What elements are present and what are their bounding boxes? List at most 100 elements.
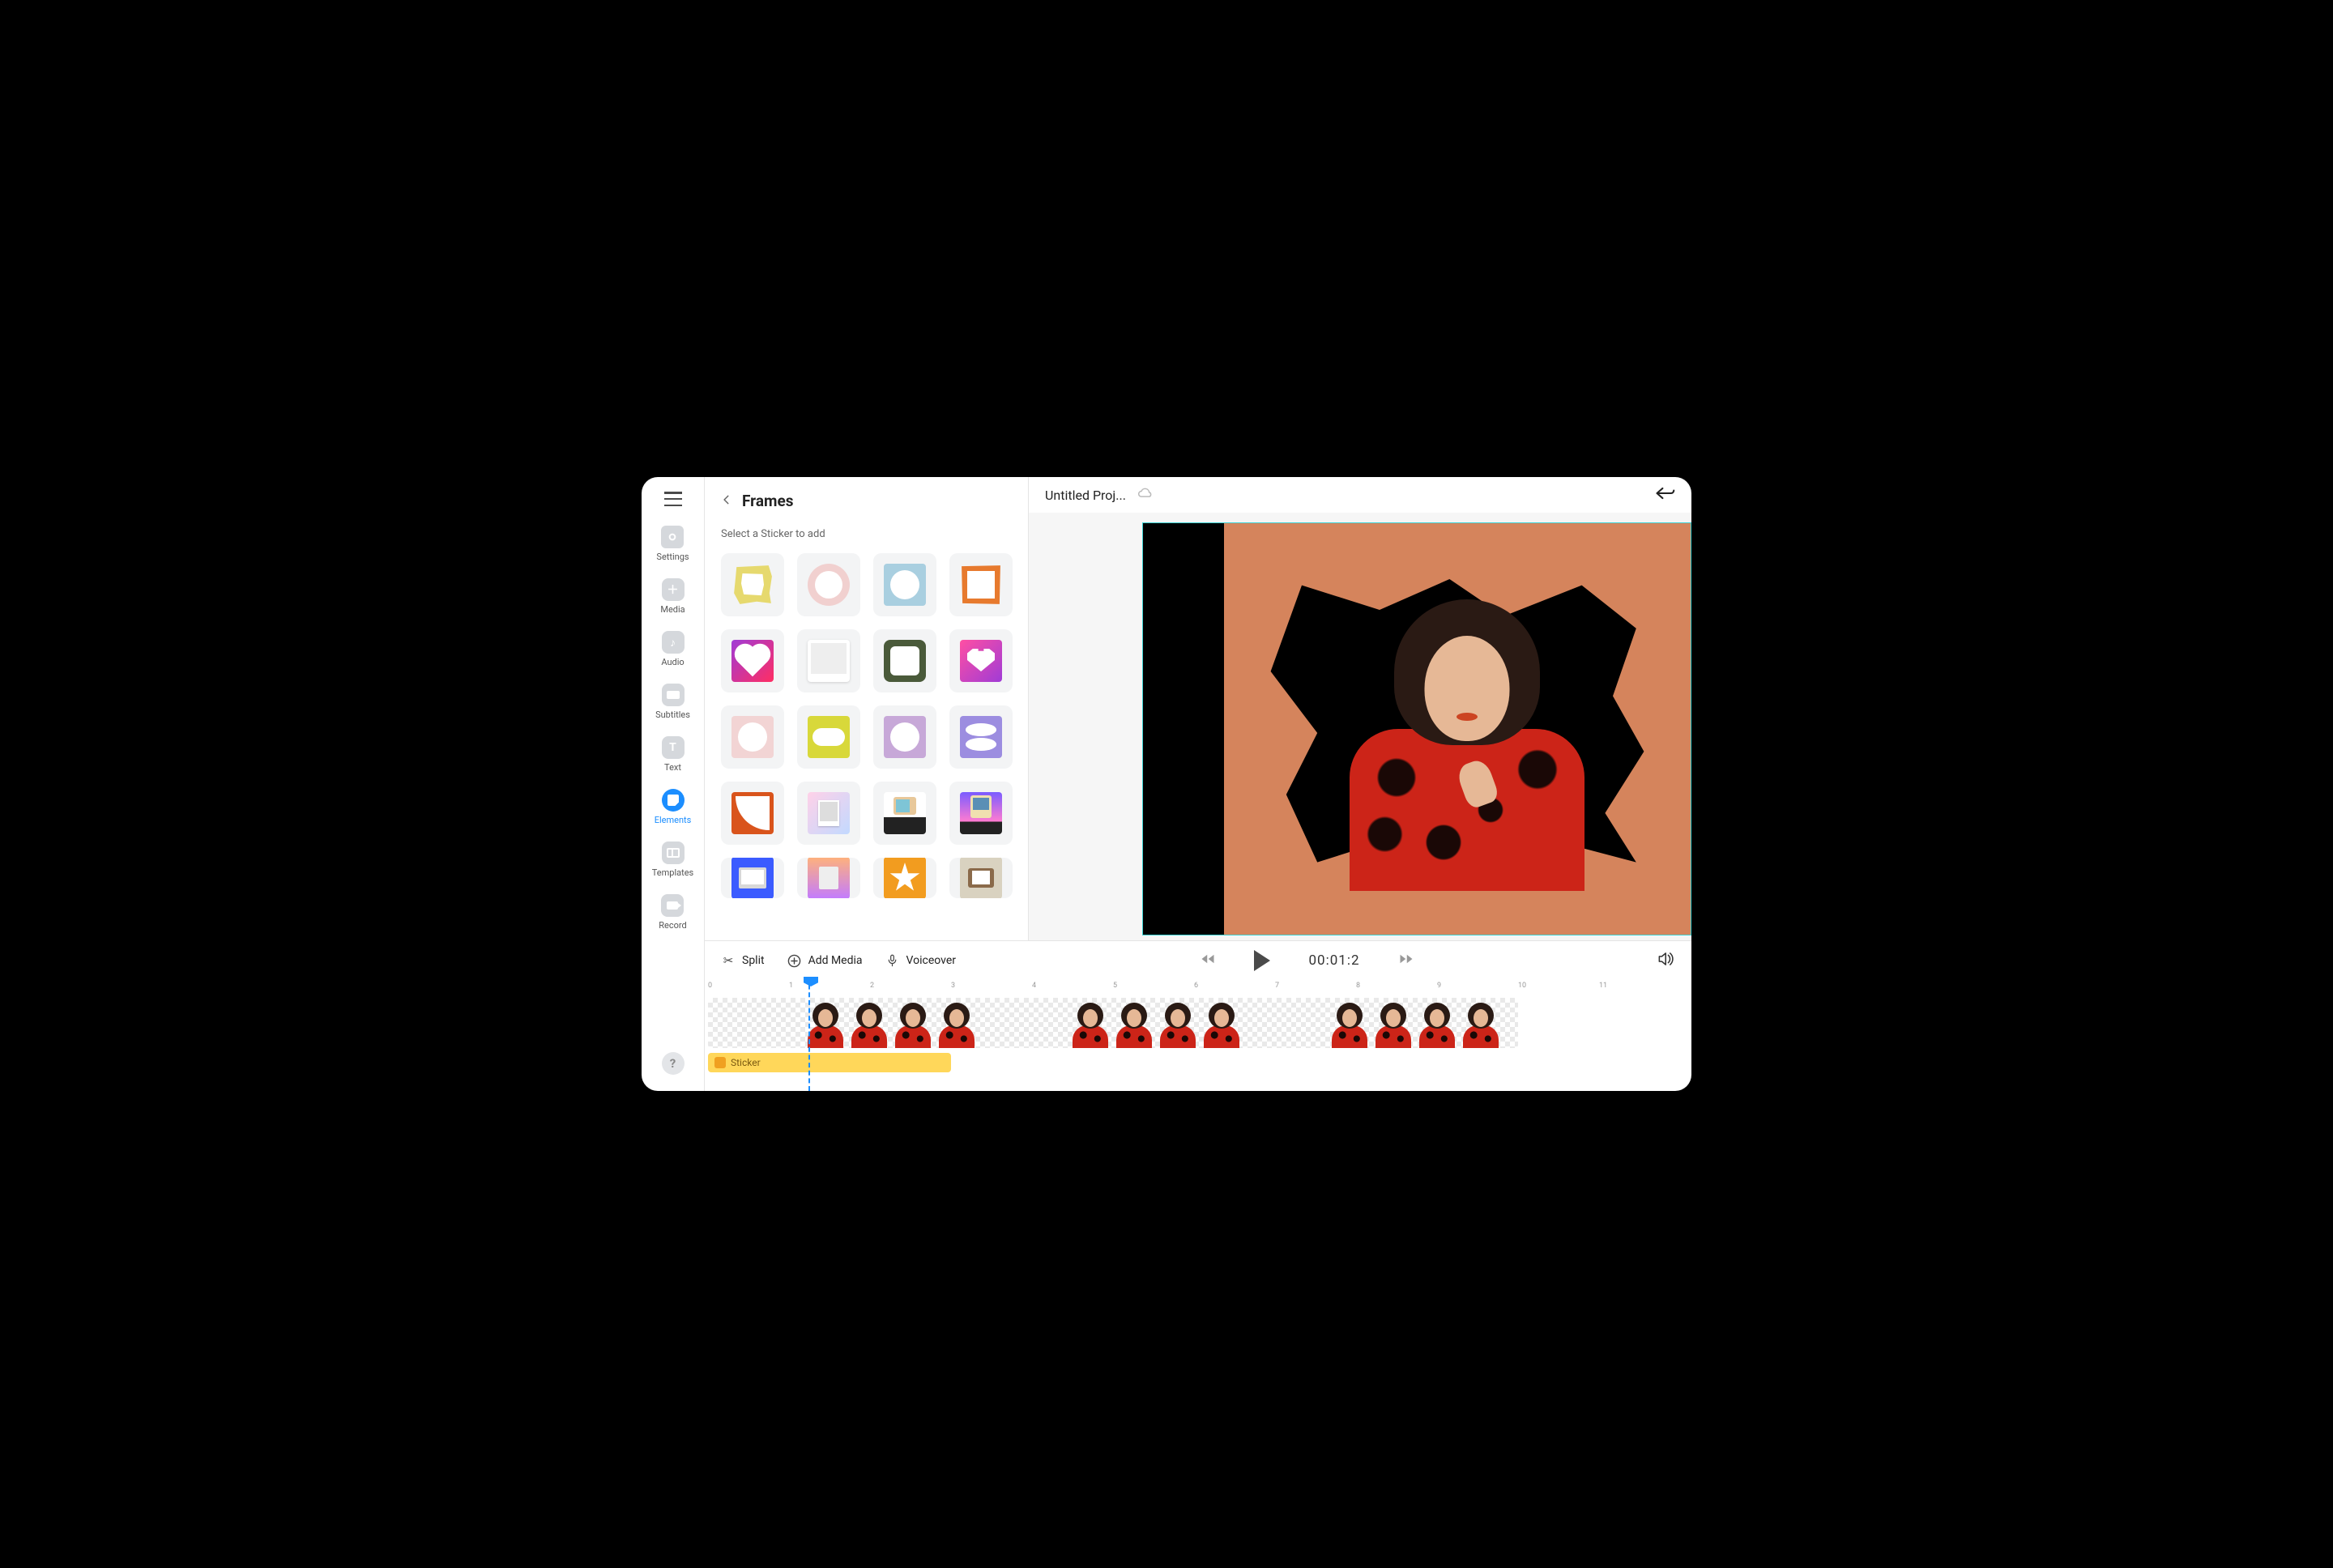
subtitles-icon [662, 684, 685, 706]
sticker-frame-pill[interactable] [797, 705, 860, 769]
sticker-track-icon [714, 1057, 726, 1068]
timestamp: 00:01:2 [1309, 952, 1360, 969]
timeline-tracks[interactable]: Sticker [705, 995, 1691, 1091]
sticker-track-label: Sticker [731, 1057, 761, 1068]
plus-circle-icon [787, 954, 802, 968]
panel-title: Frames [742, 492, 793, 510]
video-track[interactable] [708, 998, 1518, 1048]
sticker-frame-circle-purple[interactable] [873, 705, 936, 769]
clip-thumbnail [935, 998, 979, 1048]
timeline-ruler[interactable]: 0 1 2 3 4 5 6 7 8 9 10 11 [705, 980, 1691, 995]
forward-button[interactable] [1399, 953, 1414, 968]
video-preview [1142, 522, 1691, 935]
clip-thumbnail [1200, 998, 1243, 1048]
split-label: Split [742, 954, 765, 967]
clip-thumbnail [804, 998, 847, 1048]
back-button[interactable] [721, 492, 732, 509]
ruler-tick: 5 [1113, 982, 1117, 990]
sticker-frame-retro-tv[interactable] [873, 782, 936, 845]
sticker-frame-quarter[interactable] [721, 782, 784, 845]
clip-thumbnail [1459, 998, 1503, 1048]
ruler-tick: 6 [1194, 982, 1198, 990]
nav-subtitles[interactable]: Subtitles [655, 684, 690, 720]
add-media-button[interactable]: Add Media [787, 954, 863, 968]
ruler-tick: 8 [1356, 982, 1360, 990]
sticker-track[interactable]: Sticker [708, 1053, 951, 1072]
undo-icon[interactable] [1654, 485, 1675, 505]
canvas-area: Untitled Proj... [1029, 477, 1691, 940]
clip-thumbnail [1156, 998, 1200, 1048]
upper-area: Frames Select a Sticker to add [705, 477, 1691, 940]
sticker-frame-polaroid-gradient[interactable] [797, 782, 860, 845]
nav-elements[interactable]: Elements [655, 789, 692, 825]
project-title[interactable]: Untitled Proj... [1045, 488, 1126, 503]
nav-label: Settings [656, 552, 689, 562]
nav-label: Elements [655, 815, 692, 825]
playhead[interactable] [808, 977, 810, 1091]
menu-icon[interactable] [664, 492, 682, 506]
sticker-frame-pixel-heart[interactable] [949, 629, 1013, 692]
ruler-tick: 9 [1437, 982, 1441, 990]
sticker-frame-rounded-square[interactable] [873, 629, 936, 692]
rewind-button[interactable] [1201, 953, 1215, 968]
volume-button[interactable] [1657, 951, 1675, 971]
sticker-frame-starburst[interactable] [873, 858, 936, 898]
help-button[interactable]: ? [662, 1052, 685, 1075]
clip-thumbnail [1328, 998, 1371, 1048]
nav-templates[interactable]: Templates [652, 842, 693, 878]
elements-panel: Frames Select a Sticker to add [705, 477, 1029, 940]
nav-audio[interactable]: ♪ Audio [661, 631, 684, 667]
sticker-frame-crt-room[interactable] [949, 858, 1013, 898]
nav-label: Record [659, 920, 686, 931]
ruler-tick: 2 [870, 982, 874, 990]
add-media-label: Add Media [808, 954, 863, 967]
plus-icon: ＋ [662, 578, 685, 601]
sticker-frame-double-oval[interactable] [949, 705, 1013, 769]
ruler-tick: 11 [1599, 982, 1607, 990]
panel-subtitle: Select a Sticker to add [721, 528, 1012, 540]
sticker-frame-polaroid[interactable] [797, 629, 860, 692]
nav-label: Templates [652, 867, 693, 878]
nav-text[interactable]: T Text [662, 736, 685, 773]
clip-thumbnail [1371, 998, 1415, 1048]
microphone-icon [885, 954, 900, 968]
nav-record[interactable]: Record [659, 894, 686, 931]
nav-label: Audio [661, 657, 684, 667]
sticker-frame-monitor-blue[interactable] [721, 858, 784, 898]
cloud-sync-icon[interactable] [1137, 487, 1154, 504]
text-icon: T [662, 736, 685, 759]
topbar: Untitled Proj... [1029, 477, 1691, 513]
clip-thumbnail [1068, 998, 1112, 1048]
split-button[interactable]: ✂ Split [721, 953, 765, 968]
timeline: ✂ Split Add Media Voiceover [705, 940, 1691, 1091]
sticker-frame-blob[interactable] [721, 553, 784, 616]
nav-media[interactable]: ＋ Media [660, 578, 685, 615]
clip-thumbnail [891, 998, 935, 1048]
app-window: Settings ＋ Media ♪ Audio Subtitles T Tex… [642, 477, 1691, 1091]
sticker-frame-monitor-gradient[interactable] [797, 858, 860, 898]
clip-thumbnail [1415, 998, 1459, 1048]
voiceover-label: Voiceover [906, 954, 956, 967]
preview-canvas[interactable] [1029, 513, 1691, 940]
ruler-tick: 3 [951, 982, 955, 990]
sticker-frame-scallop[interactable] [797, 553, 860, 616]
music-note-icon: ♪ [662, 631, 685, 654]
play-button[interactable] [1254, 950, 1270, 971]
nav-label: Text [664, 762, 681, 773]
ruler-tick: 1 [789, 982, 793, 990]
sticker-frame-circle-rough[interactable] [873, 553, 936, 616]
sticker-grid [721, 553, 1012, 898]
scissors-icon: ✂ [721, 953, 736, 968]
sticker-frame-torn[interactable] [949, 553, 1013, 616]
main-area: Frames Select a Sticker to add [705, 477, 1691, 1091]
sticker-frame-circle-pink[interactable] [721, 705, 784, 769]
voiceover-button[interactable]: Voiceover [885, 954, 956, 968]
ruler-tick: 4 [1032, 982, 1036, 990]
sticker-frame-heart[interactable] [721, 629, 784, 692]
sticker-frame-retro-mac[interactable] [949, 782, 1013, 845]
ruler-tick: 10 [1518, 982, 1526, 990]
ruler-tick: 0 [708, 982, 712, 990]
nav-settings[interactable]: Settings [656, 526, 689, 562]
timeline-toolbar: ✂ Split Add Media Voiceover [705, 941, 1691, 980]
clip-thumbnail [847, 998, 891, 1048]
